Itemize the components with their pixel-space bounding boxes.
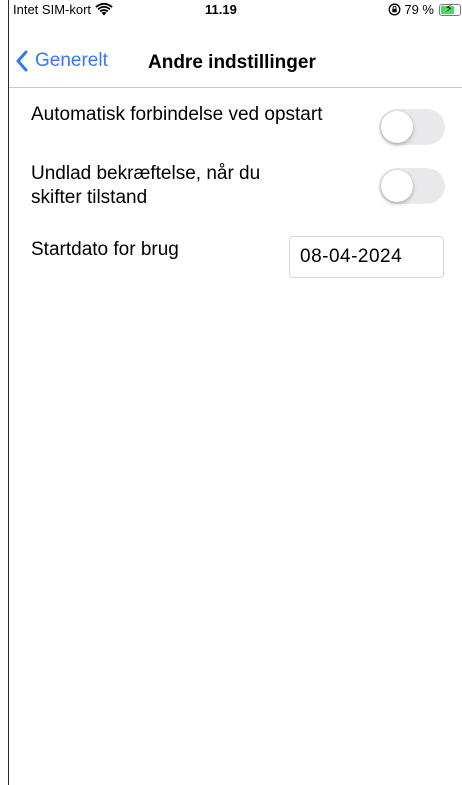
toggle-knob — [381, 111, 413, 143]
status-bar: Intet SIM-kort 11.19 79 % ⚡ — [9, 0, 462, 20]
battery-charging-icon: ⚡ — [439, 3, 461, 16]
status-left: Intet SIM-kort — [13, 2, 113, 17]
skip-confirmation-label: Undlad bekræftelse, når du skifter tilst… — [31, 162, 260, 210]
battery-percent: 79 % — [404, 2, 434, 17]
skip-confirmation-label-line1: Undlad bekræftelse, når du — [31, 163, 261, 184]
back-button[interactable]: Generelt — [15, 50, 108, 72]
chevron-left-icon — [16, 50, 28, 72]
setting-row-auto-connect: Automatisk forbindelse ved opstart — [9, 100, 462, 150]
navigation-bar: Generelt Andre indstillinger — [9, 38, 462, 88]
auto-connect-toggle[interactable] — [379, 109, 445, 145]
skip-confirmation-label-line2: skifter tilstand — [31, 187, 148, 208]
toggle-knob — [381, 170, 413, 202]
back-button-label: Generelt — [35, 50, 108, 71]
carrier-label: Intet SIM-kort — [13, 2, 92, 17]
start-date-label: Startdato for brug — [31, 239, 179, 260]
orientation-lock-icon — [388, 3, 401, 16]
screen: Intet SIM-kort 11.19 79 % ⚡ Generelt And… — [8, 0, 462, 785]
skip-confirmation-toggle[interactable] — [379, 168, 445, 204]
auto-connect-label: Automatisk forbindelse ved opstart — [31, 104, 323, 125]
status-right: 79 % ⚡ — [388, 2, 461, 17]
setting-row-skip-confirmation: Undlad bekræftelse, når du skifter tilst… — [9, 162, 462, 222]
status-time: 11.19 — [205, 2, 237, 17]
start-date-field[interactable]: 08-04-2024 — [289, 236, 444, 278]
wifi-icon — [95, 3, 113, 16]
page-title: Andre indstillinger — [148, 52, 316, 73]
